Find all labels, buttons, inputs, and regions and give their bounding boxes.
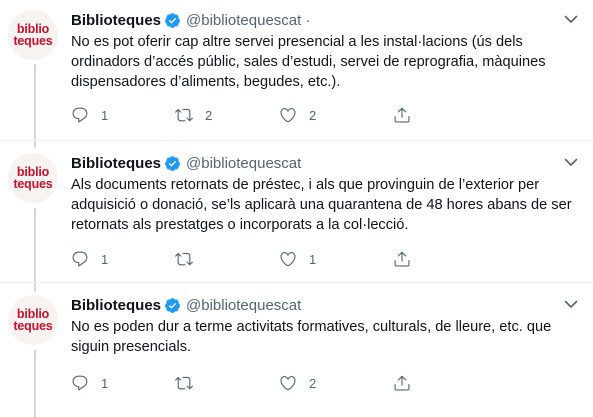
- like-count: 2: [309, 375, 317, 391]
- more-button[interactable]: [559, 10, 583, 28]
- more-button[interactable]: [559, 295, 583, 313]
- reply-icon: [72, 375, 88, 391]
- retweet-icon: [175, 252, 193, 266]
- tweet-divider: [0, 282, 593, 283]
- share-button[interactable]: [393, 249, 411, 269]
- tweet-actions: 1 2 2: [71, 105, 431, 125]
- verified-badge-icon: [165, 12, 180, 28]
- reply-count: 1: [101, 375, 109, 391]
- share-icon: [394, 107, 410, 123]
- retweet-count: 2: [205, 107, 213, 123]
- avatar-logo-line: teques: [13, 177, 53, 191]
- tweet-actions: 1 1: [71, 249, 431, 269]
- retweet-icon: [175, 376, 193, 390]
- reply-button[interactable]: 1: [71, 373, 108, 393]
- author-handle[interactable]: @bibliotequescat: [186, 12, 301, 29]
- like-count: 1: [309, 251, 317, 267]
- tweet-text: Als documents retornats de préstec, i al…: [71, 177, 572, 233]
- reply-count: 1: [101, 107, 109, 123]
- like-icon: [280, 108, 296, 123]
- reply-icon: [72, 107, 88, 123]
- like-button[interactable]: 2: [279, 105, 316, 125]
- tweet-header: Biblioteques @bibliotequescat: [71, 153, 301, 173]
- retweet-button[interactable]: [175, 373, 205, 393]
- tweet-divider: [0, 140, 593, 141]
- author-name[interactable]: Biblioteques: [71, 155, 161, 172]
- reply-count: 1: [101, 251, 109, 267]
- reply-icon: [72, 251, 88, 267]
- share-icon: [394, 375, 410, 391]
- avatar[interactable]: biblio teques: [8, 295, 58, 345]
- tweet[interactable]: biblio teques Biblioteques @biblioteques…: [0, 0, 593, 138]
- more-icon: [564, 300, 578, 308]
- share-icon: [394, 251, 410, 267]
- tweet-header: Biblioteques @bibliotequescat: [71, 295, 301, 315]
- verified-badge-icon: [165, 155, 180, 171]
- tweet-actions: 1 2: [71, 373, 431, 393]
- avatar[interactable]: biblio teques: [8, 153, 58, 203]
- author-handle[interactable]: @bibliotequescat: [186, 297, 301, 314]
- more-button[interactable]: [559, 153, 583, 171]
- header-separator: ·: [305, 11, 311, 29]
- share-button[interactable]: [393, 105, 411, 125]
- like-count: 2: [309, 107, 317, 123]
- tweet-text: No es poden dur a terme activitats forma…: [71, 319, 552, 355]
- author-name[interactable]: Biblioteques: [71, 12, 161, 29]
- reply-button[interactable]: 1: [71, 105, 108, 125]
- author-name[interactable]: Biblioteques: [71, 297, 161, 314]
- avatar-logo-line: teques: [13, 319, 53, 333]
- tweet-text: No es pot oferir cap altre servei presen…: [71, 34, 546, 90]
- more-icon: [564, 15, 578, 23]
- retweet-button[interactable]: [175, 249, 205, 269]
- verified-badge-icon: [165, 297, 180, 313]
- retweet-button[interactable]: 2: [175, 105, 212, 125]
- tweet-header: Biblioteques @bibliotequescat ·: [71, 10, 310, 30]
- like-icon: [280, 252, 296, 267]
- tweet[interactable]: biblio teques Biblioteques @biblioteques…: [0, 285, 593, 417]
- avatar[interactable]: biblio teques: [8, 10, 58, 60]
- more-icon: [564, 158, 578, 166]
- share-button[interactable]: [393, 373, 411, 393]
- reply-button[interactable]: 1: [71, 249, 108, 269]
- tweet-thread: biblio teques Biblioteques @biblioteques…: [0, 0, 593, 417]
- tweet[interactable]: biblio teques Biblioteques @biblioteques…: [0, 143, 593, 281]
- like-icon: [280, 376, 296, 391]
- retweet-icon: [175, 108, 193, 122]
- author-handle[interactable]: @bibliotequescat: [186, 155, 301, 172]
- like-button[interactable]: 1: [279, 249, 316, 269]
- avatar-logo-line: teques: [13, 34, 53, 48]
- like-button[interactable]: 2: [279, 373, 316, 393]
